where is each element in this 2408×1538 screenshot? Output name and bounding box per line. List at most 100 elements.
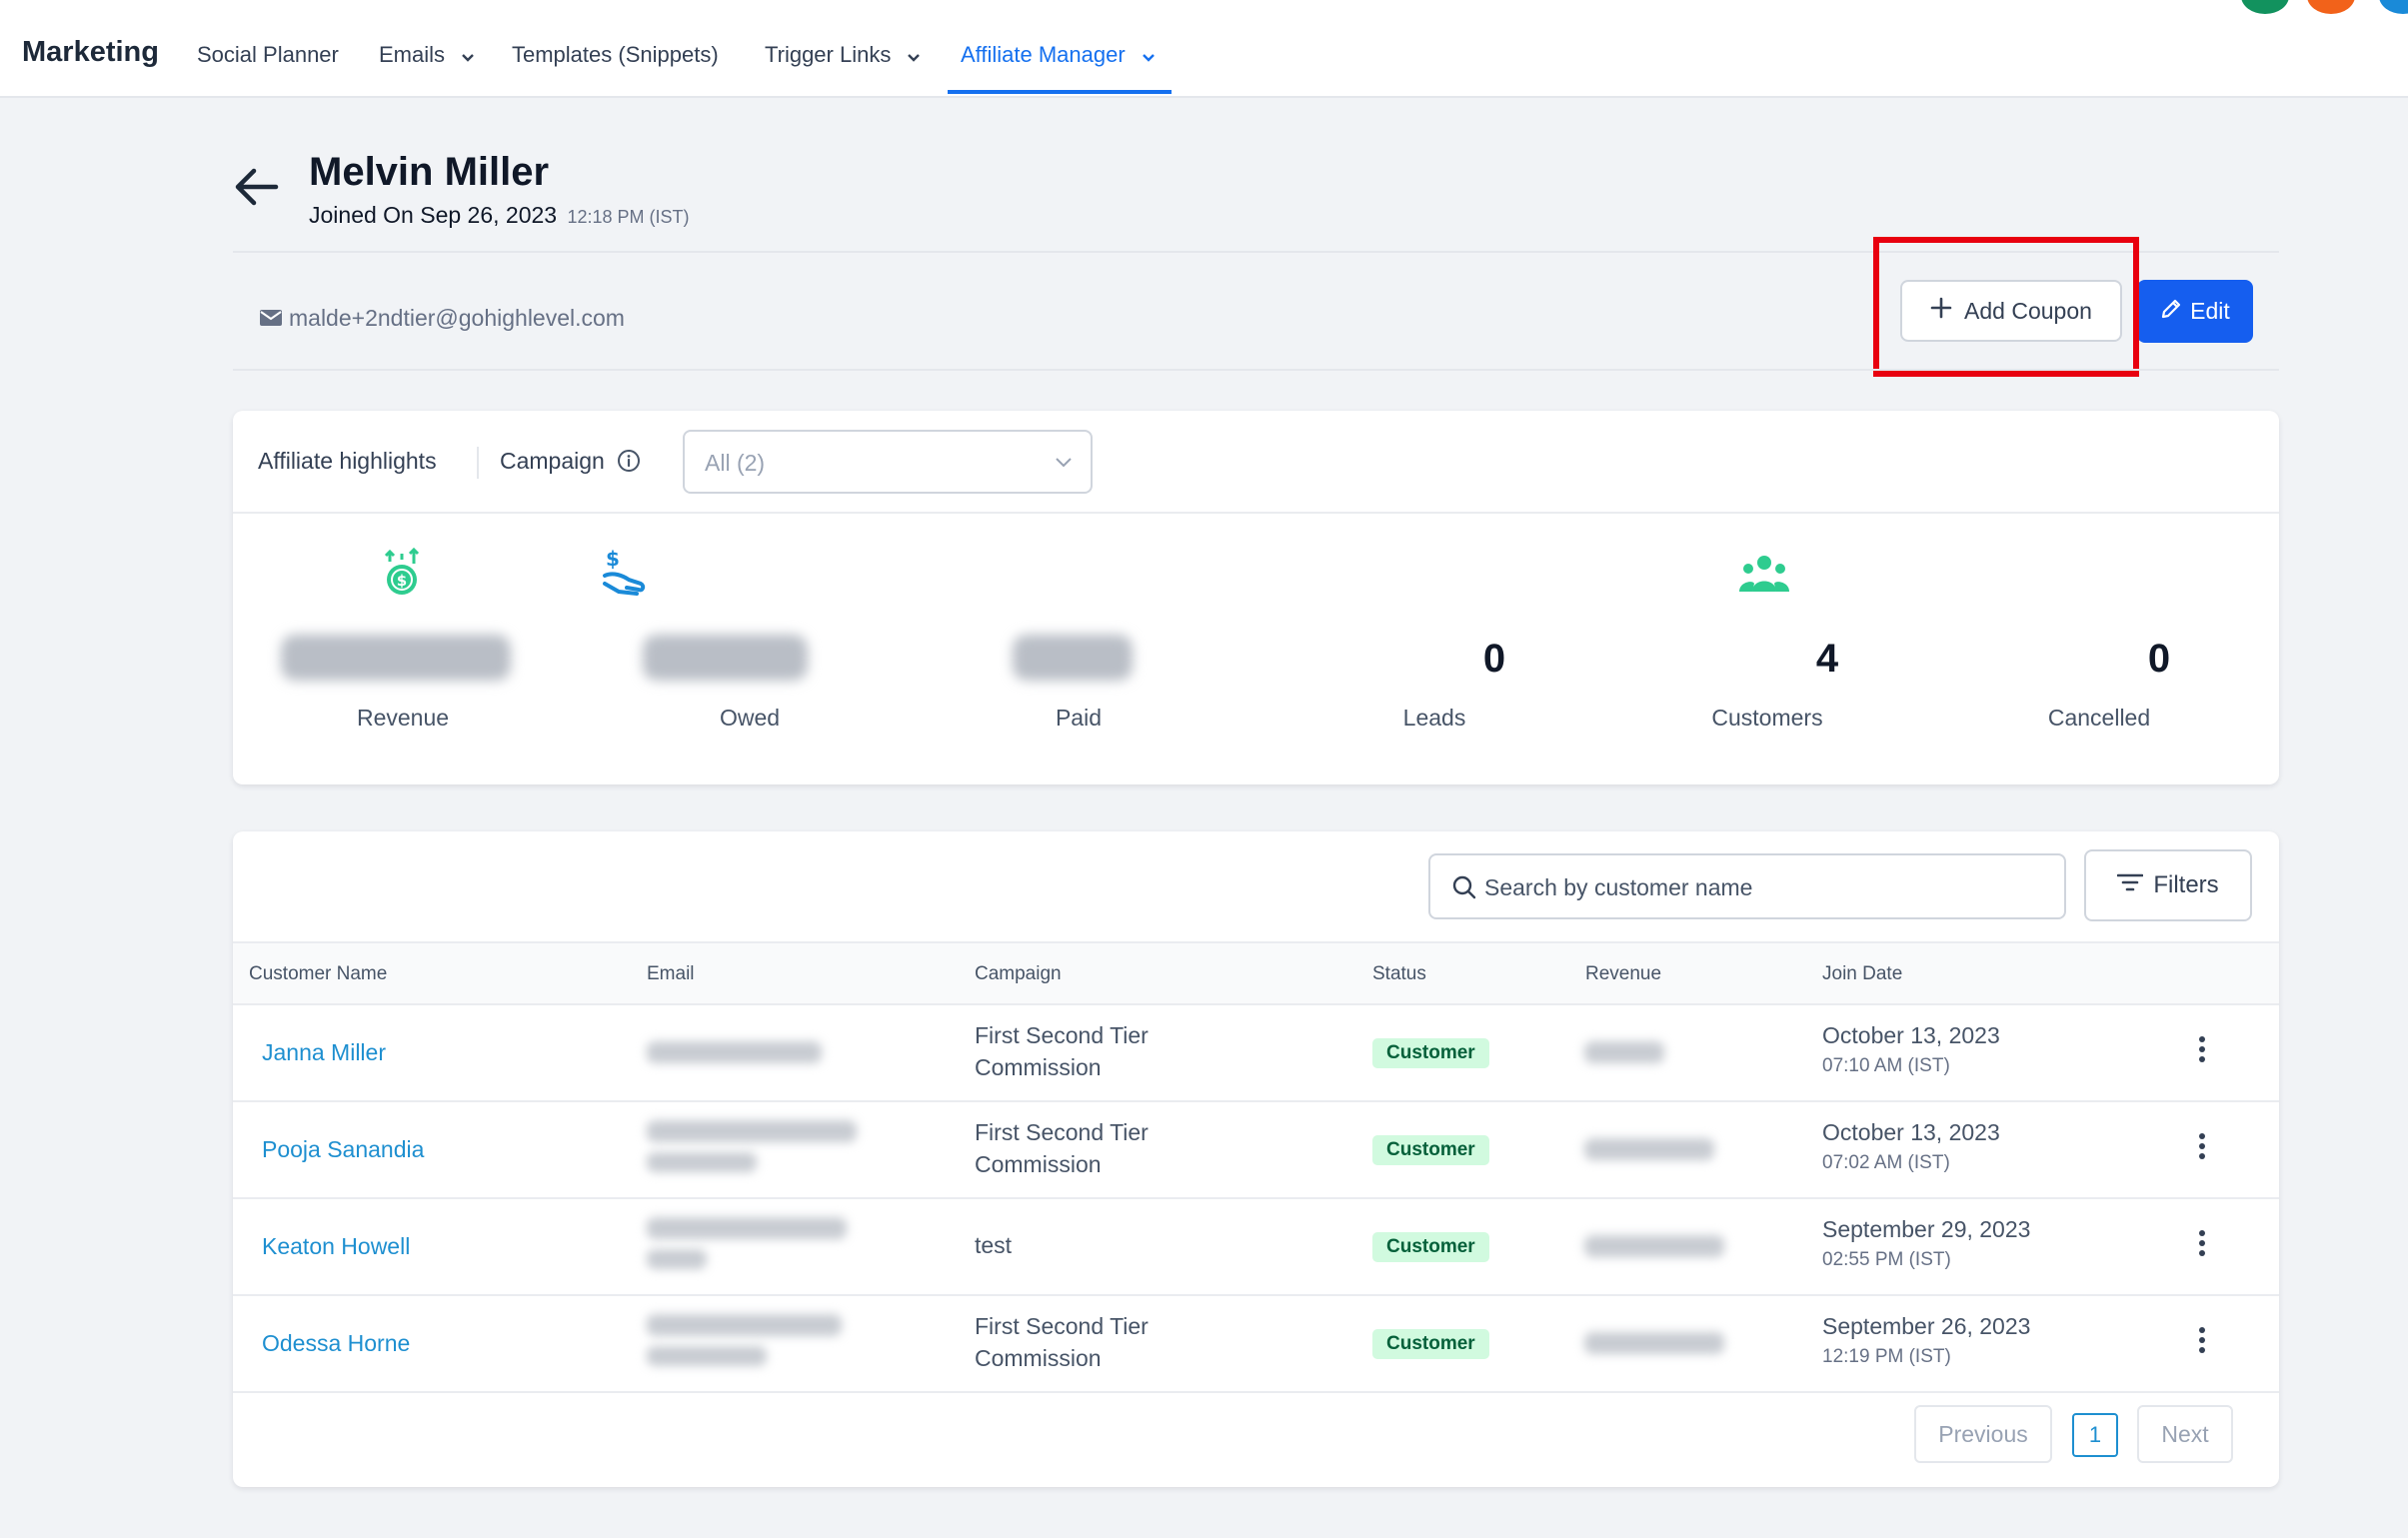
campaign-line: Commission xyxy=(975,1054,1102,1080)
nav-templates[interactable]: Templates (Snippets) xyxy=(512,42,719,68)
filters-label: Filters xyxy=(2153,871,2219,898)
filters-button[interactable]: Filters xyxy=(2084,849,2252,921)
divider xyxy=(477,447,479,479)
nav-emails[interactable]: Emails xyxy=(379,42,475,69)
avatar[interactable] xyxy=(2241,0,2289,14)
table-row: Pooja Sanandia First Second Tier Commiss… xyxy=(233,1100,2279,1199)
chevron-down-icon xyxy=(1055,456,1073,474)
customer-name-link[interactable]: Odessa Horne xyxy=(262,1330,410,1357)
column-header-join-date: Join Date xyxy=(1822,963,1903,984)
paid-label: Paid xyxy=(1055,705,1103,731)
search-icon xyxy=(1452,875,1476,904)
campaign-cell: First Second Tier Commission xyxy=(975,1310,1149,1374)
chevron-down-icon xyxy=(1142,43,1156,69)
joined-time: 12:18 PM (IST) xyxy=(567,207,690,227)
status-badge: Customer xyxy=(1372,1038,1489,1068)
nav-trigger-links[interactable]: Trigger Links xyxy=(765,42,921,69)
svg-text:$: $ xyxy=(606,547,620,571)
customer-name-link[interactable]: Janna Miller xyxy=(262,1039,386,1066)
top-navigation: Marketing Social Planner Emails Template… xyxy=(0,0,2408,98)
nav-item-label: Emails xyxy=(379,42,446,67)
campaign-cell: First Second Tier Commission xyxy=(975,1116,1149,1180)
customers-label: Customers xyxy=(1711,705,1823,731)
column-header-status: Status xyxy=(1372,963,1426,984)
avatar[interactable] xyxy=(2379,0,2408,14)
join-time: 12:19 PM (IST) xyxy=(1822,1346,1951,1367)
status-badge: Customer xyxy=(1372,1329,1489,1359)
owed-label: Owed xyxy=(719,705,781,731)
campaign-line: First Second Tier xyxy=(975,1022,1149,1048)
page-title: Melvin Miller xyxy=(309,150,550,194)
pencil-icon xyxy=(2160,298,2182,326)
status-badge: Customer xyxy=(1372,1135,1489,1165)
email-redacted xyxy=(647,1217,847,1239)
search-input[interactable]: Search by customer name xyxy=(1428,853,2066,919)
campaign-select[interactable]: All (2) xyxy=(683,430,1093,494)
customer-name-link[interactable]: Keaton Howell xyxy=(262,1233,410,1260)
revenue-redacted xyxy=(1584,1138,1714,1160)
next-page-button[interactable]: Next xyxy=(2137,1405,2233,1463)
email-redacted xyxy=(647,1346,767,1366)
campaign-label: Campaign xyxy=(500,448,605,474)
customers-table-card: Search by customer name Filters Customer… xyxy=(233,831,2279,1487)
previous-page-button[interactable]: Previous xyxy=(1914,1405,2052,1463)
column-header-revenue: Revenue xyxy=(1585,963,1662,984)
campaign-line: Commission xyxy=(975,1151,1102,1177)
email-redacted xyxy=(647,1120,857,1142)
email-redacted xyxy=(647,1041,822,1063)
edit-label: Edit xyxy=(2190,298,2230,324)
revenue-label: Revenue xyxy=(356,705,450,731)
revenue-redacted xyxy=(1584,1332,1724,1354)
page-number-button[interactable]: 1 xyxy=(2072,1413,2118,1457)
arrow-left-icon[interactable] xyxy=(232,165,280,214)
campaign-cell: First Second Tier Commission xyxy=(975,1019,1149,1083)
nav-item-label: Trigger Links xyxy=(765,42,892,67)
joined-label: Joined On Sep 26, 2023 xyxy=(309,202,558,228)
info-icon[interactable] xyxy=(617,449,641,478)
campaign-line: test xyxy=(975,1232,1013,1258)
column-header-campaign: Campaign xyxy=(975,963,1062,984)
nav-item-label: Templates (Snippets) xyxy=(512,42,719,67)
table-row: Keaton Howell test Customer September 29… xyxy=(233,1197,2279,1296)
join-date: October 13, 2023 xyxy=(1822,1022,2000,1048)
edit-button[interactable]: Edit xyxy=(2137,280,2253,343)
revenue-redacted xyxy=(1584,1235,1724,1257)
avatar[interactable] xyxy=(2307,0,2355,14)
users-group-icon xyxy=(1739,554,1789,599)
table-row: Janna Miller First Second Tier Commissio… xyxy=(233,1003,2279,1102)
more-options-icon[interactable] xyxy=(2198,1229,2206,1262)
cancelled-value: 0 xyxy=(2147,637,2171,681)
revenue-value-redacted xyxy=(281,635,511,681)
nav-item-label: Affiliate Manager xyxy=(961,42,1126,67)
svg-text:$: $ xyxy=(397,572,407,590)
join-time: 07:10 AM (IST) xyxy=(1822,1055,1950,1076)
app-title: Marketing xyxy=(22,36,159,68)
filter-lines-icon xyxy=(2117,871,2144,899)
join-date: September 26, 2023 xyxy=(1822,1313,2031,1339)
nav-social-planner[interactable]: Social Planner xyxy=(197,42,339,68)
revenue-growth-icon: $ xyxy=(380,547,424,603)
paid-value-redacted xyxy=(1013,635,1133,681)
divider xyxy=(233,512,2279,514)
customers-value: 4 xyxy=(1815,637,1839,681)
revenue-redacted xyxy=(1584,1041,1664,1063)
more-options-icon[interactable] xyxy=(2198,1035,2206,1068)
nav-affiliate-manager[interactable]: Affiliate Manager xyxy=(961,42,1156,69)
column-header-email: Email xyxy=(647,963,695,984)
chevron-down-icon xyxy=(907,43,921,69)
table-row: Odessa Horne First Second Tier Commissio… xyxy=(233,1294,2279,1393)
affiliate-email: malde+2ndtier@gohighlevel.com xyxy=(289,305,625,331)
more-options-icon[interactable] xyxy=(2198,1132,2206,1165)
highlights-title: Affiliate highlights xyxy=(258,448,437,474)
email-redacted xyxy=(647,1249,707,1269)
status-badge: Customer xyxy=(1372,1232,1489,1262)
customer-name-link[interactable]: Pooja Sanandia xyxy=(262,1136,424,1163)
email-redacted xyxy=(647,1152,757,1172)
more-options-icon[interactable] xyxy=(2198,1326,2206,1359)
nav-item-label: Social Planner xyxy=(197,42,339,67)
leads-value: 0 xyxy=(1482,637,1506,681)
leads-label: Leads xyxy=(1402,705,1466,731)
join-date: October 13, 2023 xyxy=(1822,1119,2000,1145)
campaign-line: First Second Tier xyxy=(975,1313,1149,1339)
join-date: September 29, 2023 xyxy=(1822,1216,2031,1242)
